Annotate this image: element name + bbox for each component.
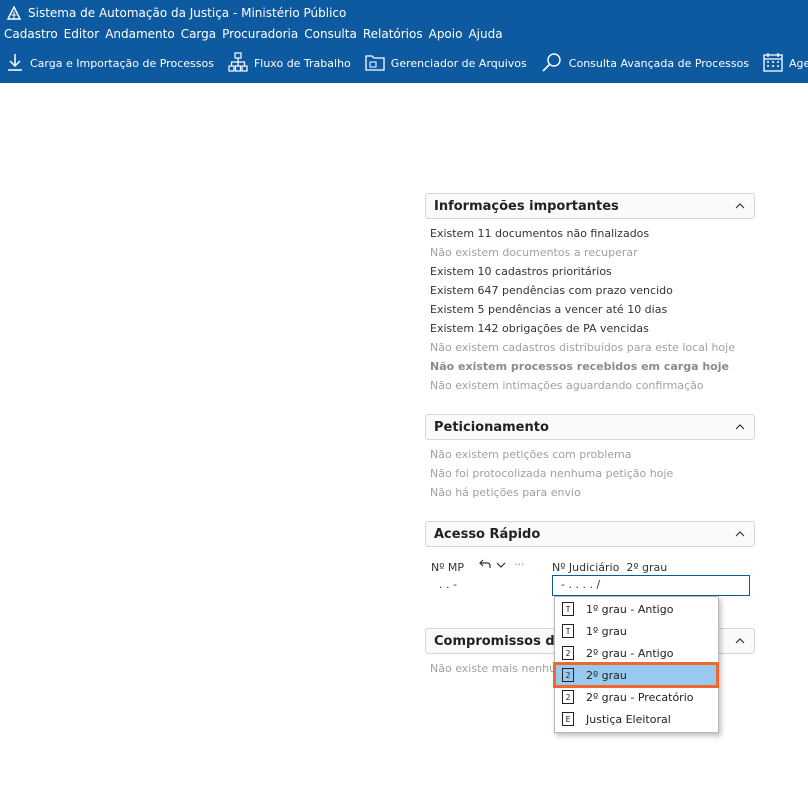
more-options-icon[interactable]: ···: [514, 558, 525, 571]
info-line: Não existem documentos a recuperar: [430, 246, 638, 259]
menu-relatorios[interactable]: Relatórios: [363, 27, 423, 41]
chevron-down-icon[interactable]: [496, 559, 506, 572]
info-line: Não existem processos recebidos em carga…: [430, 360, 729, 373]
menu-consulta[interactable]: Consulta: [304, 27, 357, 41]
second-degree-icon: 2: [562, 690, 574, 704]
menu-cadastro[interactable]: Cadastro: [4, 27, 58, 41]
dropdown-item-label: 2º grau - Precatório: [586, 690, 694, 704]
toolbar-consulta-label: Consulta Avançada de Processos: [568, 56, 750, 70]
search-icon: [541, 52, 569, 75]
peticionamento-line: Não há petições para envio: [430, 486, 581, 499]
mp-label: Nº MP: [431, 561, 465, 574]
menu-carga[interactable]: Carga: [181, 27, 216, 41]
info-panel-title: Informações importantes: [434, 198, 619, 214]
dropdown-item-label: 1º grau - Antigo: [586, 602, 674, 616]
app-logo-icon: [6, 5, 22, 21]
menu-ajuda[interactable]: Ajuda: [468, 27, 502, 41]
chevron-up-icon[interactable]: [734, 528, 746, 540]
acesso-panel-header[interactable]: Acesso Rápido: [425, 521, 755, 547]
toolbar-fluxo-label: Fluxo de Trabalho: [253, 56, 351, 70]
info-line[interactable]: Existem 142 obrigações de PA vencidas: [430, 322, 649, 335]
toolbar: Carga e Importação de Processos Fluxo de…: [0, 43, 808, 83]
toolbar-agenda-button[interactable]: Agenda de Co: [763, 52, 808, 75]
info-line: Não existem intimações aguardando confir…: [430, 379, 704, 392]
tribunal-t-icon: T: [562, 602, 574, 616]
dropdown-item-justica-eleitoral[interactable]: E Justiça Eleitoral: [556, 708, 717, 730]
info-line[interactable]: Existem 10 cadastros prioritários: [430, 265, 612, 278]
judiciario-number-input[interactable]: - . . . . /: [552, 575, 750, 596]
dropdown-item-2-grau-antigo[interactable]: 2 2º grau - Antigo: [556, 642, 717, 664]
toolbar-arquivos-label: Gerenciador de Arquivos: [390, 56, 527, 70]
info-line[interactable]: Existem 5 pendências a vencer até 10 dia…: [430, 303, 667, 316]
chevron-up-icon[interactable]: [734, 421, 746, 433]
peticionamento-line: Não existem petições com problema: [430, 448, 632, 461]
mp-number-input[interactable]: . . -: [431, 576, 549, 596]
judiciario-label-text: Nº Judiciário: [552, 561, 620, 574]
peticionamento-panel-header[interactable]: Peticionamento: [425, 414, 755, 440]
chevron-up-icon[interactable]: [734, 635, 746, 647]
toolbar-carga-label: Carga e Importação de Processos: [30, 56, 214, 70]
window-title: Sistema de Automação da Justiça - Minist…: [28, 5, 347, 20]
second-degree-icon: 2: [562, 646, 574, 660]
title-bar: Sistema de Automação da Justiça - Minist…: [0, 0, 808, 25]
calendar-icon: [763, 52, 789, 75]
dropdown-item-label: Justiça Eleitoral: [586, 712, 671, 726]
compromissos-line: Não existe mais nenhum: [430, 662, 567, 675]
menu-bar: Cadastro Editor Andamento Carga Procurad…: [0, 25, 808, 43]
dropdown-item-1-grau-antigo[interactable]: T 1º grau - Antigo: [556, 598, 717, 620]
peticionamento-panel-title: Peticionamento: [434, 419, 549, 435]
download-arrow-icon: [6, 52, 30, 75]
toolbar-carga-button[interactable]: Carga e Importação de Processos: [6, 52, 214, 75]
dropdown-item-1-grau[interactable]: T 1º grau: [556, 620, 717, 642]
info-panel-header[interactable]: Informações importantes: [425, 193, 755, 219]
menu-procuradoria[interactable]: Procuradoria: [222, 27, 298, 41]
acesso-panel-title: Acesso Rápido: [434, 526, 541, 542]
menu-apoio[interactable]: Apoio: [429, 27, 463, 41]
judiciario-label: Nº Judiciário 2º grau: [552, 561, 667, 574]
workflow-icon: [228, 51, 254, 75]
toolbar-arquivos-button[interactable]: Gerenciador de Arquivos: [365, 52, 527, 75]
toolbar-agenda-label: Agenda de Co: [789, 56, 808, 70]
undo-icon[interactable]: [479, 558, 491, 573]
grau-label: 2º grau: [626, 561, 668, 574]
info-line: Não existem cadastros distribuídos para …: [430, 341, 735, 354]
toolbar-consulta-button[interactable]: Consulta Avançada de Processos: [541, 52, 749, 75]
eleitoral-e-icon: E: [562, 712, 574, 726]
dropdown-item-label: 2º grau - Antigo: [586, 646, 674, 660]
folder-icon: [365, 52, 391, 75]
chevron-up-icon[interactable]: [734, 200, 746, 212]
selection-highlight-box: [553, 662, 719, 688]
tribunal-t-icon: T: [562, 624, 574, 638]
toolbar-fluxo-button[interactable]: Fluxo de Trabalho: [228, 51, 351, 75]
peticionamento-line: Não foi protocolizada nenhuma petição ho…: [430, 467, 674, 480]
info-line[interactable]: Existem 11 documentos não finalizados: [430, 227, 649, 240]
dropdown-item-label: 1º grau: [586, 624, 627, 638]
menu-editor[interactable]: Editor: [64, 27, 100, 41]
menu-andamento[interactable]: Andamento: [105, 27, 175, 41]
dropdown-item-2-grau-precatorio[interactable]: 2 2º grau - Precatório: [556, 686, 717, 708]
info-line[interactable]: Existem 647 pendências com prazo vencido: [430, 284, 673, 297]
